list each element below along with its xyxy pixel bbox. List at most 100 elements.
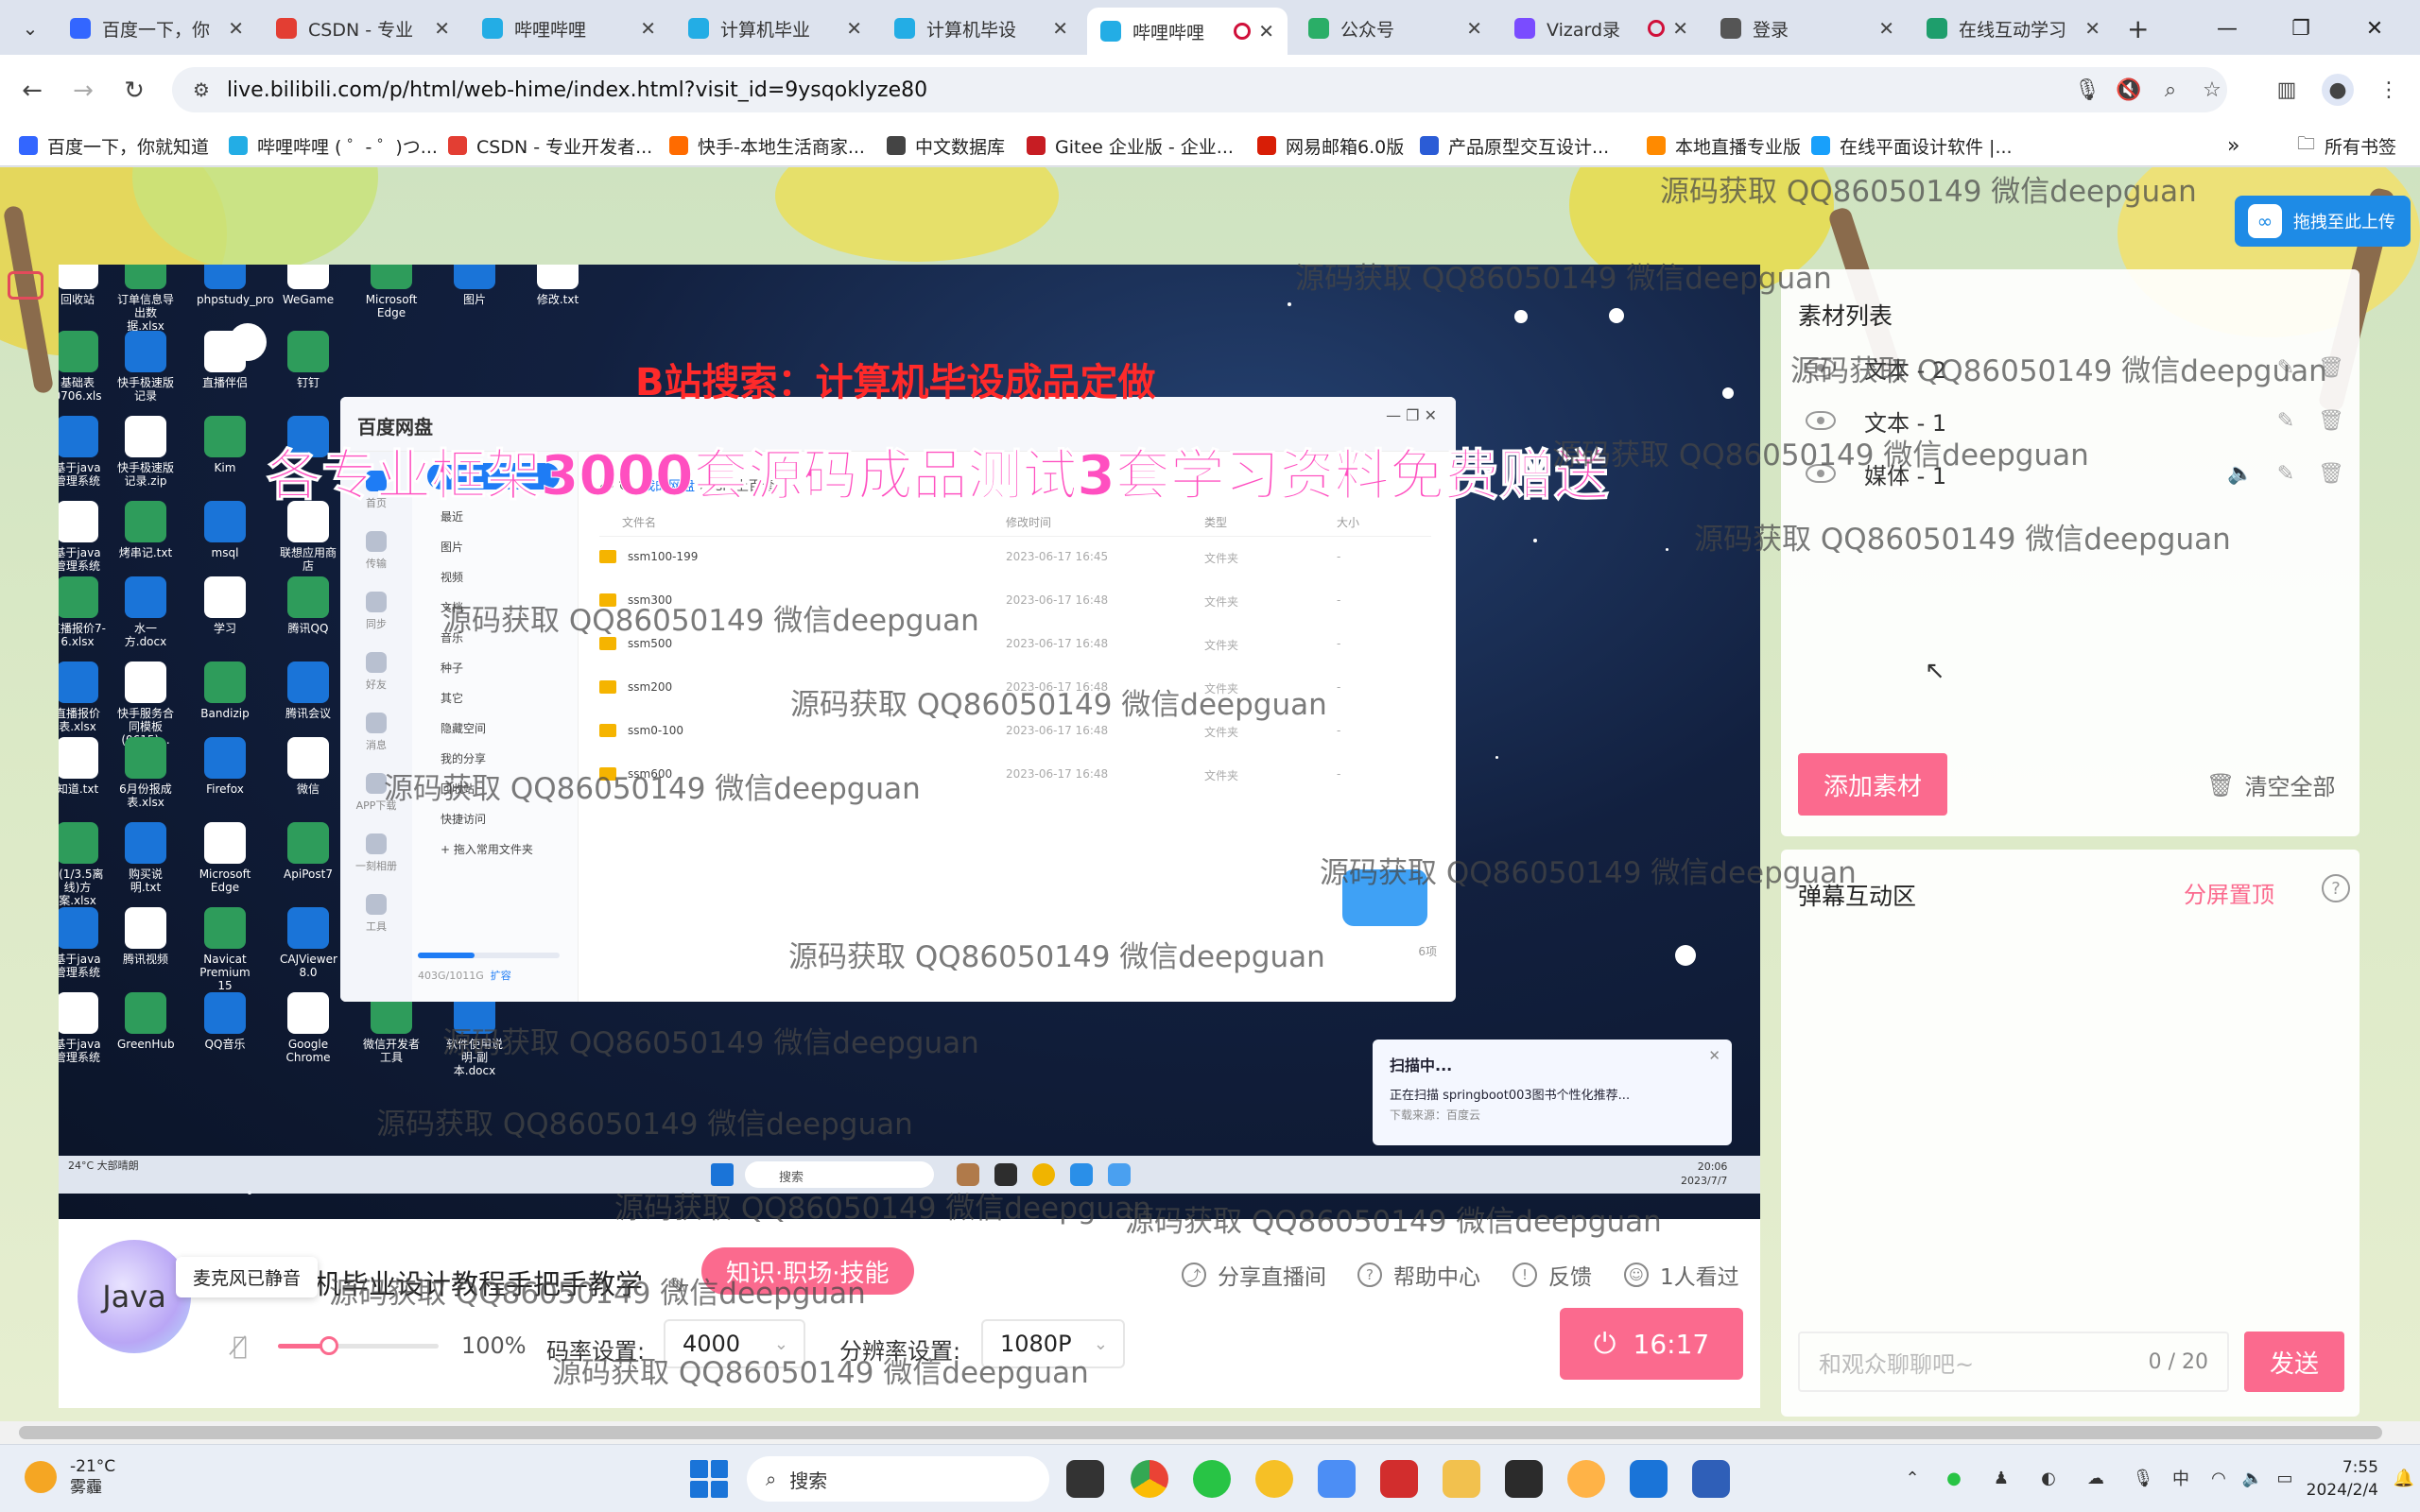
windows-start-icon[interactable] [690,1460,728,1498]
close-tab-icon[interactable]: ✕ [1466,17,1482,40]
reload-icon[interactable]: ↻ [115,72,153,110]
wechat-icon[interactable] [1193,1460,1231,1498]
edit-icon[interactable]: ✎ [2273,407,2299,434]
browser-tab[interactable]: 计算机毕设 ✕ [881,8,1081,49]
browser-tab[interactable]: CSDN - 专业 ✕ [263,8,463,49]
browser-tab[interactable]: 哔哩哔哩 ✕ [1087,8,1288,55]
close-tab-icon[interactable]: ✕ [640,17,656,40]
edit-title-icon[interactable]: ✎ [668,1273,687,1299]
visibility-eye-icon[interactable] [1806,411,1836,430]
help-icon[interactable]: ? [2322,874,2350,902]
close-tab-icon[interactable]: ✕ [846,17,862,40]
browser-tab[interactable]: 公众号 ✕ [1295,8,1495,49]
control-link[interactable]: ⤴ 分享直播间 [1182,1259,1326,1291]
new-tab-icon[interactable]: + [2114,8,2162,49]
bookmark-item[interactable]: 快手-本地生活商家... [669,132,865,159]
visibility-eye-icon[interactable] [1806,464,1836,483]
tray-cloud-icon[interactable]: ☁ [2083,1466,2108,1490]
taskbar-search[interactable]: ⌕ 搜索 [747,1456,1049,1502]
bookmark-item[interactable]: 产品原型交互设计... [1420,132,1609,159]
bitrate-select[interactable]: 4000 ⌄ [664,1319,805,1368]
edit-icon[interactable]: ✎ [2273,460,2299,487]
weather-widget[interactable]: -21°C 雾霾 [25,1456,115,1498]
notepad-icon[interactable] [1692,1460,1730,1498]
streamer-avatar[interactable]: Java [78,1240,191,1353]
browser-tab[interactable]: 在线互动学习 ✕ [1913,8,2114,49]
close-tab-icon[interactable]: ✕ [2084,17,2100,40]
edit-icon[interactable]: ✎ [2273,354,2299,381]
browser-tab[interactable]: 计算机毕业 ✕ [675,8,875,49]
volume-handle[interactable] [320,1336,339,1355]
profile-avatar-icon[interactable]: ● [2322,74,2354,106]
side-panel-icon[interactable]: ▥ [2271,74,2303,106]
wifi-icon[interactable]: ◠ [2206,1466,2231,1490]
microphone-icon[interactable]: 🎙 [2072,75,2102,105]
app-icon[interactable] [1505,1460,1543,1498]
back-icon[interactable]: ← [13,72,51,110]
material-item[interactable]: 媒体 - 1 🔈 ✎ 🗑 [1806,455,2344,492]
speaker-icon[interactable]: 🔈 [2227,460,2254,487]
bookmark-star-icon[interactable]: ☆ [2197,75,2227,105]
site-info-icon[interactable]: ⚙ [193,78,210,101]
tray-overflow-icon[interactable]: ⌃ [1900,1466,1925,1490]
material-item[interactable]: 文本 - 2 ✎ 🗑 [1806,349,2344,387]
stop-live-button[interactable]: ⏻ 16:17 [1560,1308,1743,1380]
trash-icon[interactable]: 🗑 [2318,407,2344,434]
bookmark-item[interactable]: 中文数据库 [887,132,1005,159]
close-tab-icon[interactable]: ✕ [1052,17,1068,40]
zoom-icon[interactable]: ⌕ [2155,75,2186,105]
bookmark-item[interactable]: Gitee 企业版 - 企业... [1027,132,1234,159]
address-bar[interactable]: ⚙ live.bilibili.com/p/html/web-hime/inde… [172,67,2227,112]
visibility-eye-icon[interactable] [1806,358,1836,377]
add-material-button[interactable]: 添加素材 [1798,753,1947,816]
resolution-select[interactable]: 1080P ⌄ [981,1319,1125,1368]
tray-qq-icon[interactable]: ♟ [1989,1466,2014,1490]
volume-icon[interactable]: 🔈 [2240,1466,2265,1490]
bookmarks-overflow-icon[interactable]: » [2227,132,2239,159]
browser-tab[interactable]: 百度一下，你 ✕ [57,8,257,49]
bookmark-item[interactable]: 哔哩哔哩 ( ゜- ゜)つ... [229,132,438,159]
clear-all-button[interactable]: 🗑 清空全部 [2206,768,2335,801]
tray-wechat-icon[interactable]: ● [1942,1466,1966,1490]
tab-search-icon[interactable]: ⌄ [13,13,47,43]
control-link[interactable]: ? 帮助中心 [1357,1259,1480,1291]
stream-preview[interactable]: 回收站 订单信息导出数据.xlsx phpstudy_pro WeGame Micros… [59,265,1760,1219]
close-tab-icon[interactable]: ✕ [1878,17,1894,40]
ime-indicator[interactable]: 中 [2169,1466,2193,1490]
bilibili-link-icon[interactable] [1318,1460,1356,1498]
camera-icon[interactable] [8,271,43,300]
category-tag[interactable]: 知识·职场·技能 [701,1247,914,1295]
app-icon[interactable] [1567,1460,1605,1498]
app-icon[interactable] [1255,1460,1293,1498]
browser-tab[interactable]: 哔哩哔哩 ✕ [469,8,669,49]
bookmark-item[interactable]: 在线平面设计软件 |... [1811,132,2013,159]
browser-tab[interactable]: 登录 ✕ [1707,8,1908,49]
close-tab-icon[interactable]: ✕ [1258,20,1274,43]
send-button[interactable]: 发送 [2244,1332,2344,1392]
control-link[interactable]: ! 反馈 [1512,1259,1592,1291]
menu-kebab-icon[interactable]: ⋮ [2373,74,2405,106]
mute-tab-icon[interactable]: 🔇 [2114,75,2144,105]
browser-tab[interactable]: Vizard录 ✕ [1501,8,1702,49]
dingtalk-icon[interactable] [1630,1460,1668,1498]
close-tab-icon[interactable]: ✕ [1672,17,1688,40]
wps-icon[interactable] [1380,1460,1418,1498]
split-screen-pin-link[interactable]: 分屏置顶 [2184,876,2274,909]
tray-mic-icon[interactable]: 🎙 [2131,1466,2155,1490]
restore-icon[interactable]: ❐ [2274,9,2327,47]
scrollbar-thumb[interactable] [19,1426,2382,1439]
horizontal-scrollbar[interactable] [0,1421,2420,1444]
control-link[interactable]: ☺ 1人看过 [1624,1259,1739,1291]
url-text[interactable]: live.bilibili.com/p/html/web-hime/index.… [227,78,927,102]
trash-icon[interactable]: 🗑 [2318,460,2344,487]
close-tab-icon[interactable]: ✕ [434,17,450,40]
mic-muted-icon[interactable]: 🎙̸ [233,1332,248,1361]
file-explorer-icon[interactable] [1443,1460,1480,1498]
task-view-icon[interactable] [1066,1460,1104,1498]
volume-slider[interactable] [278,1336,439,1355]
bookmark-item[interactable]: 网易邮箱6.0版 [1257,132,1404,159]
tray-app-icon[interactable]: ◐ [2036,1466,2061,1490]
trash-icon[interactable]: 🗑 [2318,354,2344,381]
bookmark-item[interactable]: CSDN - 专业开发者... [448,132,652,159]
close-tab-icon[interactable]: ✕ [228,17,244,40]
